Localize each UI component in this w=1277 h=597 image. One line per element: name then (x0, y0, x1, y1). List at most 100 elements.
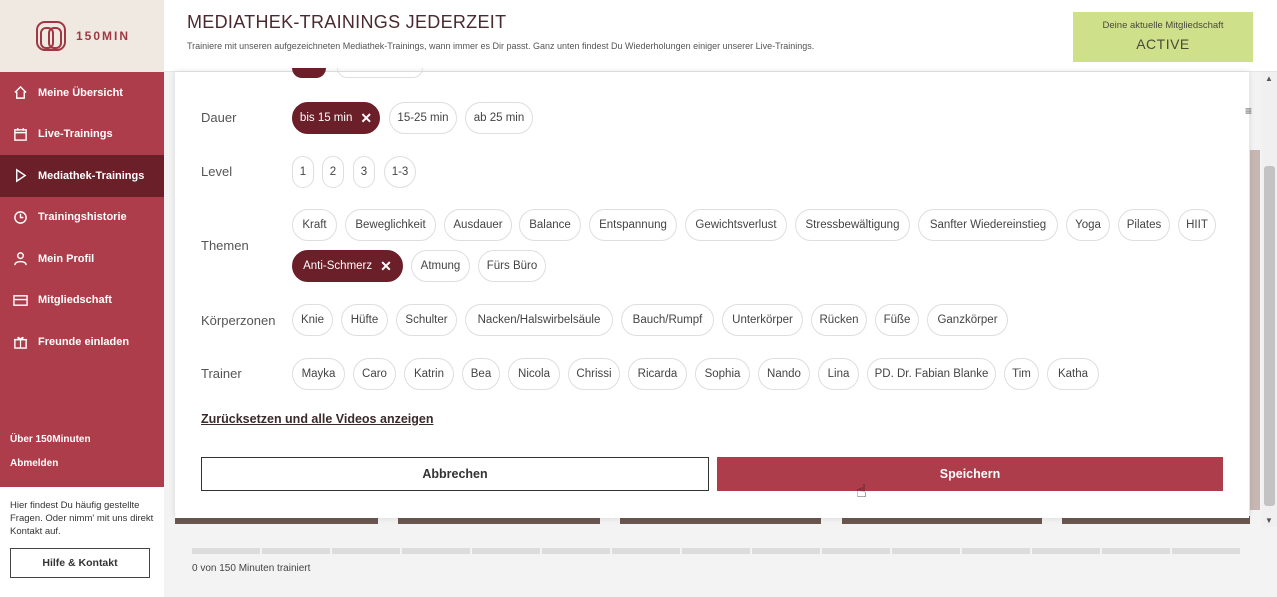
scroll-down-arrow-icon[interactable]: ▼ (1265, 516, 1273, 525)
sidebar-item-label: Mitgliedschaft (38, 294, 112, 307)
chip-trainer-nando[interactable]: Nando (758, 358, 810, 390)
chip-thema-anti-schmerz[interactable]: Anti-Schmerz ✕ (292, 250, 403, 282)
chip-dauer-15-25[interactable]: 15-25 min (389, 102, 457, 134)
membership-badge[interactable]: Deine aktuelle Mitgliedschaft ACTIVE (1073, 12, 1253, 62)
chip-thema-entspannung[interactable]: Entspannung (589, 209, 677, 241)
chip-trainer-sophia[interactable]: Sophia (695, 358, 750, 390)
chip-zone-nacken[interactable]: Nacken/Halswirbelsäule (465, 304, 613, 336)
chip-label: Pilates (1126, 219, 1162, 231)
chip-label: 1 (299, 166, 307, 178)
scroll-up-arrow-icon[interactable]: ▲ (1265, 74, 1273, 83)
chip-thema-kraft[interactable]: Kraft (292, 209, 337, 241)
chip-trainer-fabian-blanke[interactable]: PD. Dr. Fabian Blanke (867, 358, 996, 390)
progress-segment (752, 548, 820, 554)
chip-thema-balance[interactable]: Balance (519, 209, 581, 241)
scrollbar[interactable]: ▲ ▼ (1262, 72, 1277, 527)
reset-filters-link[interactable]: Zurücksetzen und alle Videos anzeigen (201, 412, 433, 426)
chip-thema-sanfter-wiedereinstieg[interactable]: Sanfter Wiedereinstieg (918, 209, 1058, 241)
chip-dauer-bis-15[interactable]: bis 15 min ✕ (292, 102, 380, 134)
chip-label: Balance (529, 219, 571, 231)
chip-zone-ruecken[interactable]: Rücken (811, 304, 867, 336)
chip-trainer-katha[interactable]: Katha (1047, 358, 1099, 390)
chip-thema-beweglichkeit[interactable]: Beweglichkeit (345, 209, 436, 241)
chip-level-1[interactable]: 1 (292, 156, 314, 188)
filter-icon[interactable]: ≡ (1245, 104, 1252, 118)
cancel-button[interactable]: Abbrechen (201, 457, 709, 491)
chip-label: Nacken/Halswirbelsäule (477, 314, 601, 326)
chip-label: Lina (827, 368, 850, 380)
progress-segment (472, 548, 540, 554)
membership-label: Deine aktuelle Mitgliedschaft (1102, 20, 1224, 31)
chip-trainer-nicola[interactable]: Nicola (508, 358, 560, 390)
chip-zone-unterkoerper[interactable]: Unterkörper (722, 304, 803, 336)
chip-label: Fürs Büro (486, 260, 538, 272)
sidebar-item-history[interactable]: Trainingshistorie (0, 197, 164, 239)
chip-label: Mayka (301, 368, 336, 380)
help-contact-button[interactable]: Hilfe & Kontakt (10, 548, 150, 578)
chip-trainer-mayka[interactable]: Mayka (292, 358, 345, 390)
chip-level-1-3[interactable]: 1-3 (384, 156, 416, 188)
scroll-thumb[interactable] (1264, 166, 1275, 506)
chip-thema-fuers-buero[interactable]: Fürs Büro (478, 250, 546, 282)
progress-text: 0 von 150 Minuten trainiert (192, 563, 311, 574)
sidebar-item-mediathek[interactable]: Mediathek-Trainings (0, 155, 164, 197)
progress-segment (682, 548, 750, 554)
chip-trainer-chrissi[interactable]: Chrissi (568, 358, 620, 390)
chip-level-3[interactable]: 3 (353, 156, 375, 188)
chip-dauer-ab-25[interactable]: ab 25 min (465, 102, 533, 134)
chip-thema-gewichtsverlust[interactable]: Gewichtsverlust (685, 209, 787, 241)
chip-label: Yoga (1075, 219, 1101, 231)
progress-segment (1172, 548, 1240, 554)
chip-thema-stressbewaeltigung[interactable]: Stressbewältigung (795, 209, 910, 241)
chip-label: Katrin (413, 368, 445, 380)
chip-label: Ausdauer (453, 219, 503, 231)
chip-level-2[interactable]: 2 (322, 156, 344, 188)
sidebar: 150MIN Meine Übersicht Live-Trainings Me… (0, 0, 164, 597)
sidebar-item-membership[interactable]: Mitgliedschaft (0, 280, 164, 322)
gift-icon (12, 334, 28, 350)
sidebar-item-live-trainings[interactable]: Live-Trainings (0, 114, 164, 156)
chip-thema-hiit[interactable]: HIIT (1178, 209, 1216, 241)
chip-trainer-lina[interactable]: Lina (818, 358, 859, 390)
chip-zone-huefte[interactable]: Hüfte (341, 304, 388, 336)
sidebar-item-overview[interactable]: Meine Übersicht (0, 72, 164, 114)
remove-filter-icon[interactable]: ✕ (360, 110, 372, 127)
sidebar-item-profile[interactable]: Mein Profil (0, 238, 164, 280)
chip-zone-fuesse[interactable]: Füße (875, 304, 919, 336)
help-box: Hier findest Du häufig gestellte Fragen.… (0, 487, 164, 590)
sidebar-item-label: Meine Übersicht (38, 86, 123, 99)
chip-zone-bauch-rumpf[interactable]: Bauch/Rumpf (621, 304, 714, 336)
chip-trainer-caro[interactable]: Caro (353, 358, 396, 390)
save-button[interactable]: Speichern (717, 457, 1223, 491)
sidebar-item-label: Mein Profil (38, 252, 95, 265)
chip-zone-schulter[interactable]: Schulter (396, 304, 457, 336)
logo[interactable]: 150MIN (0, 0, 164, 72)
filter-label-level: Level (201, 164, 233, 179)
chip-label: ab 25 min (473, 112, 525, 124)
chip-trainer-bea[interactable]: Bea (462, 358, 500, 390)
user-icon (12, 251, 28, 267)
chip-thema-yoga[interactable]: Yoga (1066, 209, 1110, 241)
progress-segment (332, 548, 400, 554)
page-subtitle: Trainiere mit unseren aufgezeichneten Me… (187, 41, 815, 51)
progress-bar (192, 548, 1240, 554)
home-icon (12, 85, 28, 101)
remove-filter-icon[interactable]: ✕ (380, 258, 392, 275)
chip-thema-ausdauer[interactable]: Ausdauer (444, 209, 512, 241)
chip-label: Nicola (518, 368, 550, 380)
chip-label: Unterkörper (732, 314, 793, 326)
logout-link[interactable]: Abmelden (10, 458, 91, 469)
chip-label: Gewichtsverlust (695, 219, 777, 231)
sidebar-item-invite[interactable]: Freunde einladen (0, 321, 164, 363)
about-link[interactable]: Über 150Minuten (10, 434, 91, 445)
chip-zone-knie[interactable]: Knie (292, 304, 333, 336)
chip-thema-pilates[interactable]: Pilates (1118, 209, 1170, 241)
chip-zone-ganzkoerper[interactable]: Ganzkörper (927, 304, 1008, 336)
membership-status: ACTIVE (1136, 36, 1190, 52)
chip-label: 3 (360, 166, 368, 178)
chip-label: HIIT (1186, 219, 1208, 231)
chip-trainer-katrin[interactable]: Katrin (404, 358, 454, 390)
chip-trainer-ricarda[interactable]: Ricarda (628, 358, 687, 390)
chip-trainer-tim[interactable]: Tim (1004, 358, 1039, 390)
chip-thema-atmung[interactable]: Atmung (411, 250, 470, 282)
